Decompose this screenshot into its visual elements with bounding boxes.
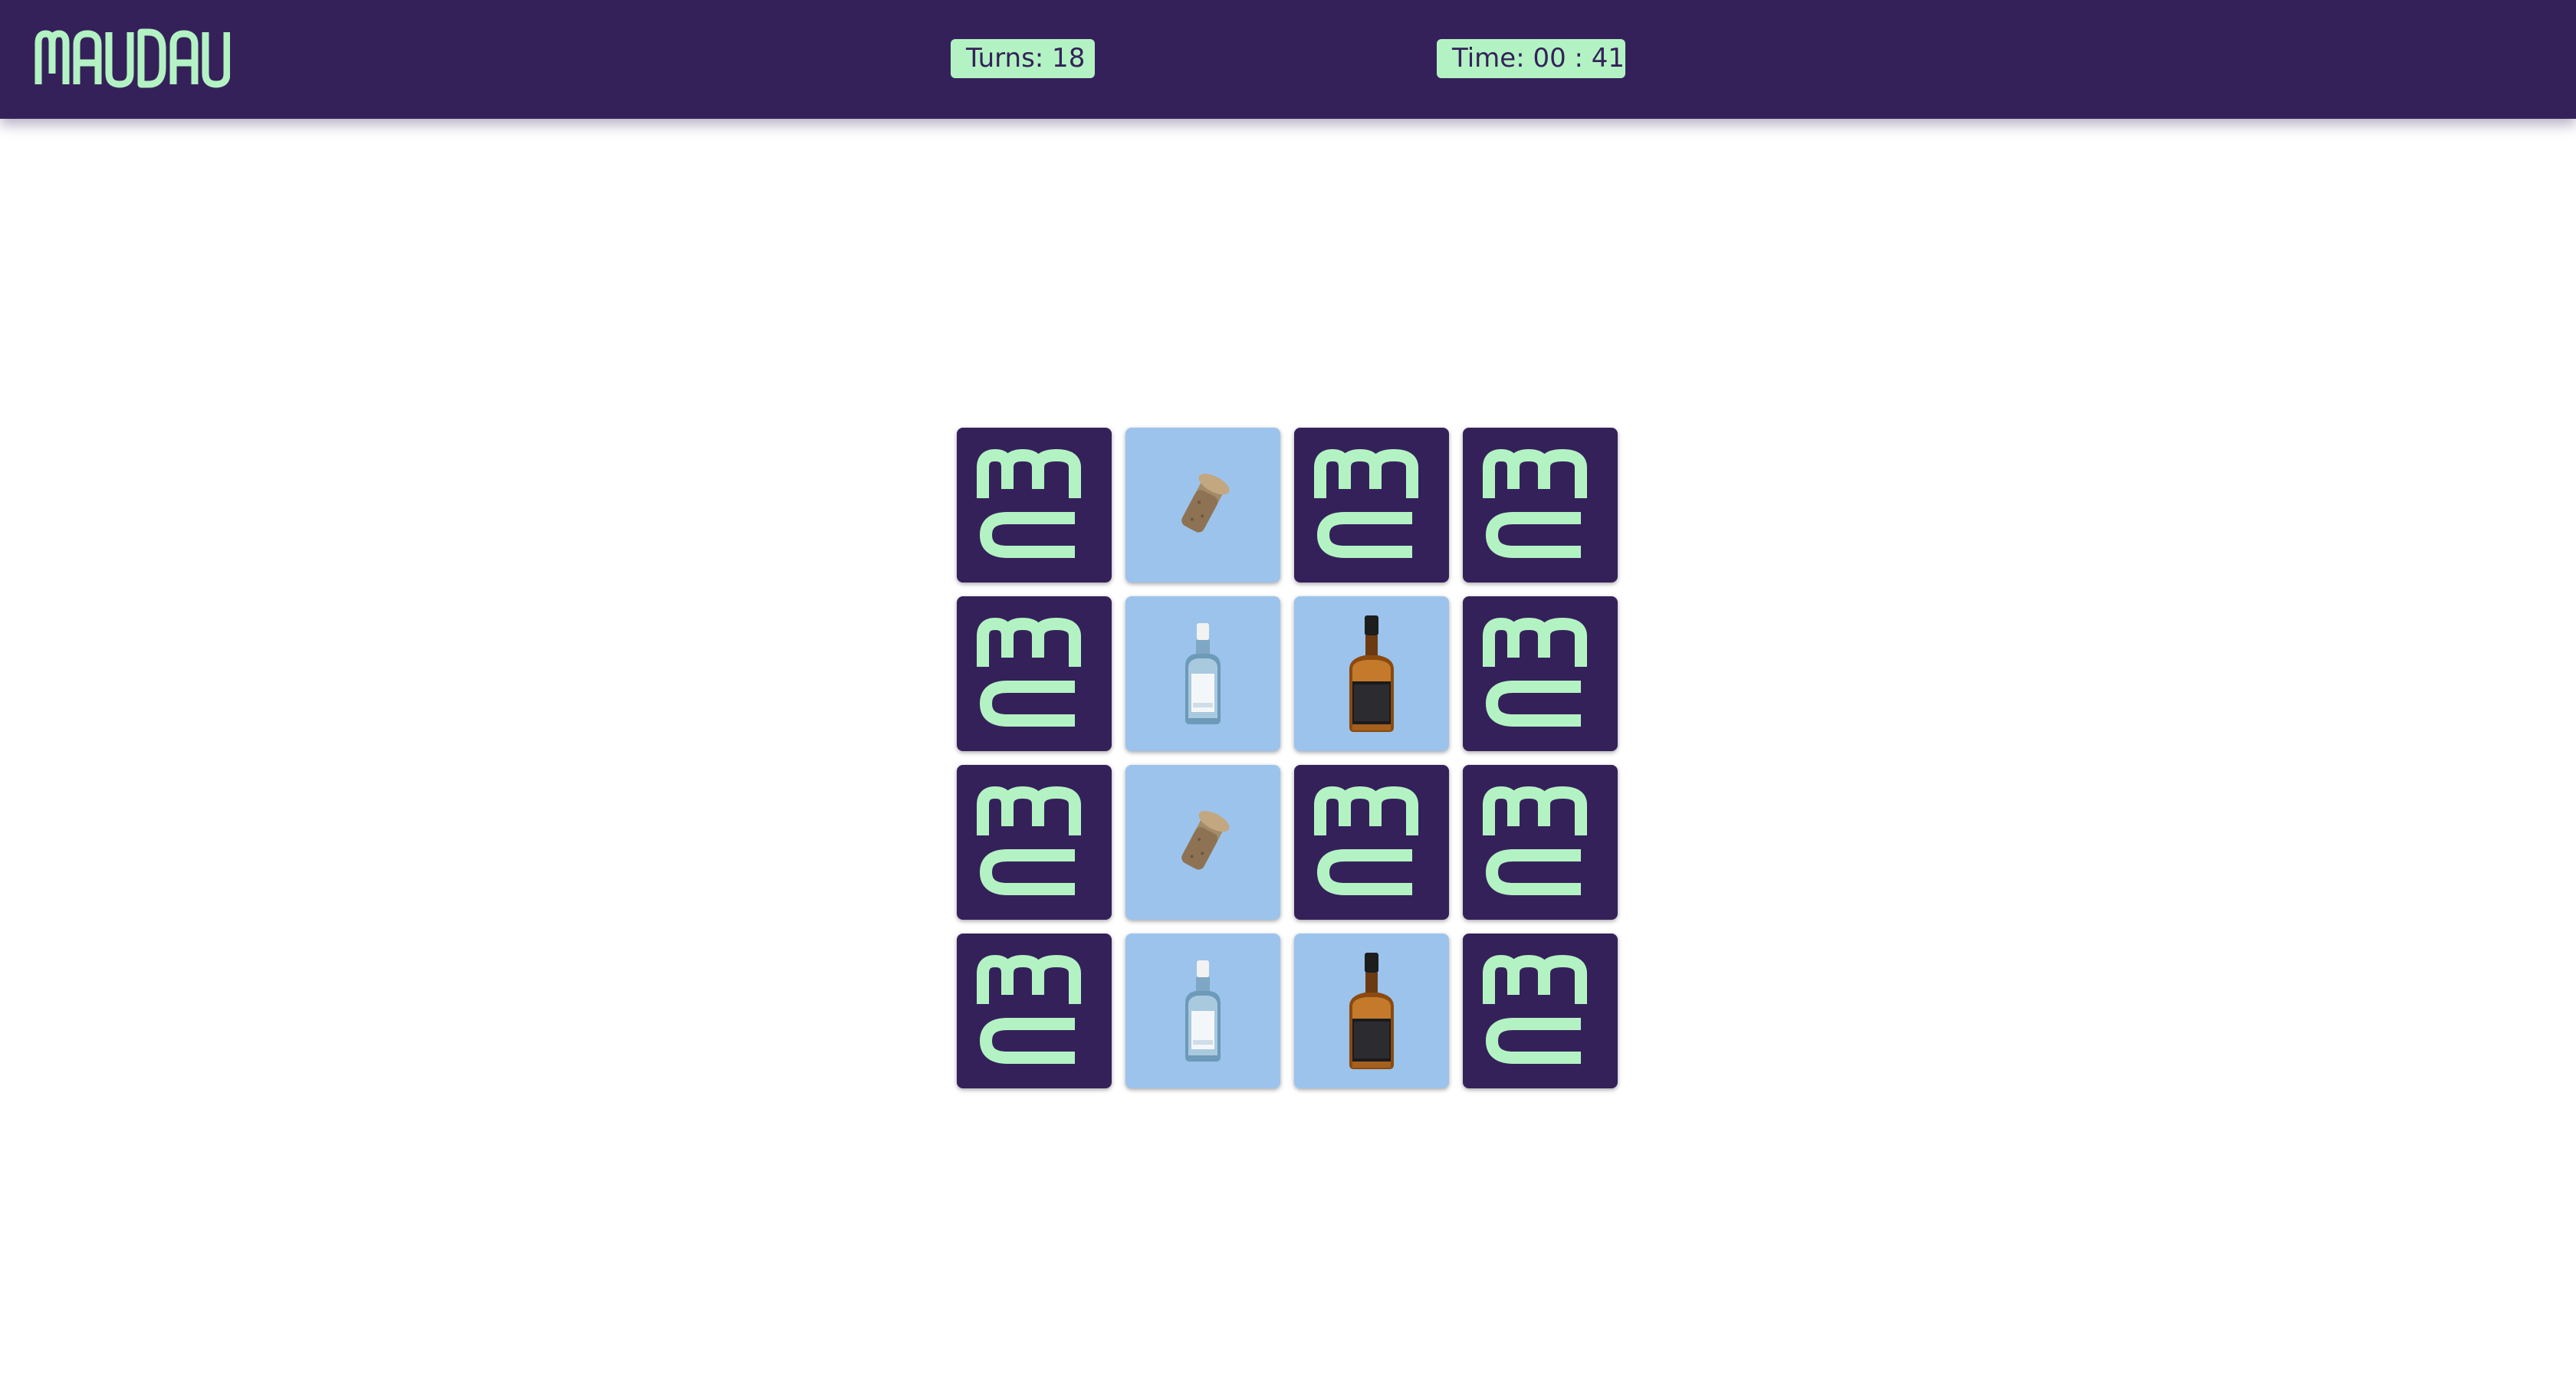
- memory-card-face-up[interactable]: [1125, 428, 1280, 582]
- turns-counter: Turns: 18: [951, 39, 1095, 78]
- memory-card-face-up[interactable]: [1294, 934, 1449, 1088]
- memory-card-face-down[interactable]: [1463, 765, 1618, 920]
- memory-card-face-up[interactable]: [1125, 596, 1280, 751]
- whiskey-bottle-icon: [1337, 612, 1406, 735]
- memory-card-face-down[interactable]: [1294, 765, 1449, 920]
- memory-game-board: [957, 428, 1619, 1090]
- memory-card-face-down[interactable]: [957, 596, 1112, 751]
- top-bar: Turns: 18 Time: 00 : 41: [0, 0, 2576, 119]
- whiskey-bottle-icon: [1337, 950, 1406, 1072]
- memory-card-face-down[interactable]: [1463, 934, 1618, 1088]
- timer-display: Time: 00 : 41: [1437, 39, 1625, 78]
- memory-card-face-up[interactable]: [1294, 596, 1449, 751]
- maudau-logo-icon: [977, 785, 1092, 900]
- maudau-logo-icon: [1483, 616, 1598, 731]
- memory-card-face-up[interactable]: [1125, 934, 1280, 1088]
- maudau-logo-icon: [1483, 785, 1598, 900]
- cork-icon: [1172, 808, 1234, 877]
- maudau-logo-icon: [977, 953, 1092, 1068]
- maudau-logo-icon: [1483, 448, 1598, 563]
- maudau-logo-icon: [1483, 953, 1598, 1068]
- memory-card-face-down[interactable]: [957, 934, 1112, 1088]
- gin-bottle-icon: [1176, 620, 1230, 727]
- memory-card-face-up[interactable]: [1125, 765, 1280, 920]
- cork-icon: [1172, 471, 1234, 540]
- memory-card-face-down[interactable]: [957, 765, 1112, 920]
- maudau-logo-icon: [1314, 448, 1429, 563]
- memory-card-face-down[interactable]: [1463, 596, 1618, 751]
- memory-card-face-down[interactable]: [1463, 428, 1618, 582]
- memory-card-face-down[interactable]: [957, 428, 1112, 582]
- maudau-logo-icon: [977, 448, 1092, 563]
- gin-bottle-icon: [1176, 957, 1230, 1065]
- maudau-logo[interactable]: [34, 28, 231, 89]
- maudau-logo-icon: [977, 616, 1092, 731]
- maudau-wordmark-icon: [34, 28, 231, 88]
- memory-card-face-down[interactable]: [1294, 428, 1449, 582]
- maudau-logo-icon: [1314, 785, 1429, 900]
